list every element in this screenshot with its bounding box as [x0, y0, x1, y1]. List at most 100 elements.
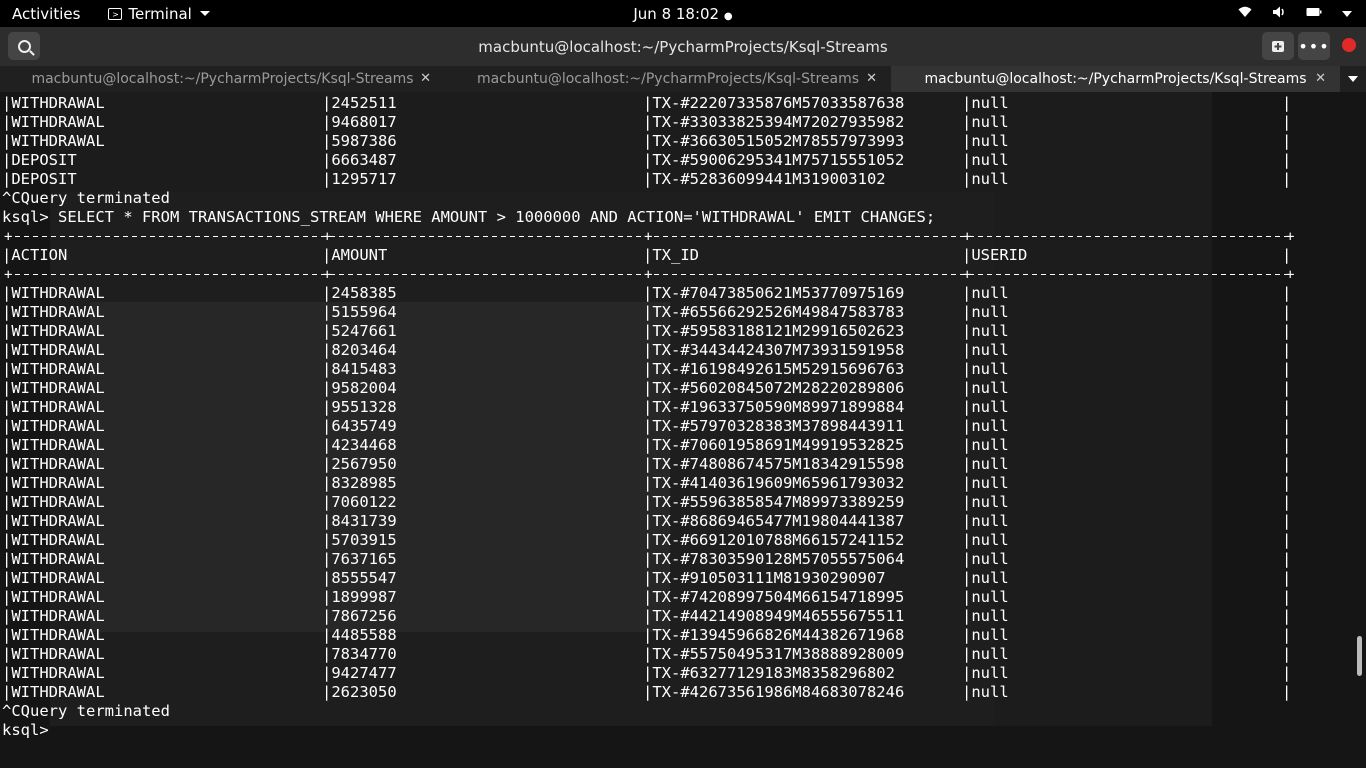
table-cell: |5703915 — [322, 531, 397, 549]
table-cell: |DEPOSIT — [2, 151, 77, 169]
table-cell: |null — [962, 94, 1009, 112]
table-cell: |TX-#13945966826M44382671968 — [643, 626, 905, 644]
table-row: |DEPOSIT |6663487 |TX-#59006295341M7571555… — [0, 151, 1300, 170]
table-cell: |WITHDRAWAL — [2, 94, 105, 112]
new-tab-icon — [1272, 41, 1284, 52]
new-tab-button[interactable] — [1262, 32, 1294, 60]
table-cell: |6663487 — [322, 151, 397, 169]
table-cell: |TX-#41403619609M65961793032 — [643, 474, 905, 492]
terminal-tab[interactable]: macbuntu@localhost:~/PycharmProjects/Ksq… — [891, 66, 1340, 92]
menu-button[interactable]: ••• — [1298, 32, 1330, 60]
table-cell: |null — [962, 474, 1009, 492]
svg-text:+: + — [323, 267, 331, 283]
table-border: | — [1282, 322, 1292, 340]
table-row: |WITHDRAWAL |2452511 |TX-#22207335876M5703… — [0, 94, 1300, 113]
close-icon[interactable]: ✕ — [420, 71, 431, 86]
table-cell: |9468017 — [322, 113, 397, 131]
table-cell: |7637165 — [322, 550, 397, 568]
table-row: |WITHDRAWAL |8415483 |TX-#16198492615M5291… — [0, 360, 1300, 379]
table-header-row: |ACTION |AMOUNT |TX_ID |USERID | — [0, 246, 1300, 265]
activities-button[interactable]: Activities — [12, 5, 80, 23]
table-cell: |TX-#910503111M81930290907 — [643, 569, 886, 587]
header-bar: macbuntu@localhost:~/PycharmProjects/Ksq… — [0, 27, 1366, 66]
terminal-status-line: ^CQuery terminated — [2, 702, 170, 720]
table-cell: |WITHDRAWAL — [2, 455, 105, 473]
table-cell: |5987386 — [322, 132, 397, 150]
table-cell: |WITHDRAWAL — [2, 626, 105, 644]
table-row: |WITHDRAWAL |7637165 |TX-#78303590128M5705… — [0, 550, 1300, 569]
table-cell: |null — [962, 550, 1009, 568]
system-tray[interactable] — [1238, 0, 1352, 27]
svg-text:+: + — [4, 229, 12, 245]
chevron-down-icon — [199, 11, 210, 16]
terminal-prompt: ksql> — [2, 721, 58, 739]
table-row: |WITHDRAWAL |9427477 |TX-#63277129183M8358… — [0, 664, 1300, 683]
scrollbar[interactable] — [1357, 636, 1362, 676]
table-cell: |8415483 — [322, 360, 397, 378]
table-cell: |WITHDRAWAL — [2, 664, 105, 682]
table-cell: |7867256 — [322, 607, 397, 625]
tab-label: macbuntu@localhost:~/PycharmProjects/Ksq… — [31, 71, 414, 87]
table-cell: |WITHDRAWAL — [2, 398, 105, 416]
table-row: |WITHDRAWAL |2458385 |TX-#70473850621M5377… — [0, 284, 1300, 303]
close-icon[interactable]: ✕ — [866, 71, 877, 86]
table-border: | — [1282, 284, 1292, 302]
table-cell: |null — [962, 455, 1009, 473]
table-row: |WITHDRAWAL |1899987 |TX-#74208997504M6615… — [0, 588, 1300, 607]
table-cell: |null — [962, 531, 1009, 549]
table-border: | — [1282, 379, 1292, 397]
table-cell: |9582004 — [322, 379, 397, 397]
table-cell: |TX-#63277129183M8358296802 — [643, 664, 895, 682]
terminal-tab[interactable]: macbuntu@localhost:~/PycharmProjects/Ksq… — [0, 66, 445, 92]
svg-text:+: + — [963, 229, 971, 245]
table-cell: |WITHDRAWAL — [2, 569, 105, 587]
table-border: | — [1282, 550, 1292, 568]
table-cell: |null — [962, 360, 1009, 378]
search-icon — [17, 39, 31, 53]
close-window-button[interactable] — [1342, 38, 1356, 52]
table-cell: |4485588 — [322, 626, 397, 644]
table-cell: |TX-#78303590128M57055575064 — [643, 550, 905, 568]
table-cell: |9427477 — [322, 664, 397, 682]
table-border: | — [1282, 94, 1292, 112]
table-cell: |ACTION — [2, 246, 68, 264]
more-icon: ••• — [1298, 36, 1330, 56]
table-border: | — [1282, 569, 1292, 587]
table-cell: |TX-#70473850621M53770975169 — [643, 284, 905, 302]
table-cell: |null — [962, 512, 1009, 530]
table-cell: |WITHDRAWAL — [2, 531, 105, 549]
terminal-tab[interactable]: macbuntu@localhost:~/PycharmProjects/Ksq… — [445, 66, 891, 92]
table-row: |WITHDRAWAL |8555547 |TX-#910503111M819302… — [0, 569, 1300, 588]
tab-list-button[interactable] — [1340, 66, 1366, 92]
table-cell: |null — [962, 417, 1009, 435]
tab-label: macbuntu@localhost:~/PycharmProjects/Ksq… — [476, 71, 860, 87]
table-cell: |TX-#52836099441M319003102 — [643, 170, 886, 188]
table-cell: |4234468 — [322, 436, 397, 454]
table-cell: |null — [962, 607, 1009, 625]
table-border: | — [1282, 398, 1292, 416]
table-border: | — [1282, 170, 1292, 188]
table-cell: |WITHDRAWAL — [2, 588, 105, 606]
table-cell: |2567950 — [322, 455, 397, 473]
app-menu[interactable]: > Terminal — [108, 5, 210, 23]
table-cell: |null — [962, 626, 1009, 644]
close-icon[interactable]: ✕ — [1315, 71, 1326, 86]
terminal-output[interactable]: |WITHDRAWAL |2452511 |TX-#22207335876M5703… — [0, 92, 1366, 768]
svg-text:+: + — [963, 267, 971, 283]
table-cell: |TX-#70601958691M49919532825 — [643, 436, 905, 454]
table-cell: |null — [962, 569, 1009, 587]
terminal-icon: > — [108, 7, 123, 20]
table-cell: |9551328 — [322, 398, 397, 416]
search-button[interactable] — [8, 32, 40, 60]
table-cell: |WITHDRAWAL — [2, 132, 105, 150]
table-cell: |null — [962, 284, 1009, 302]
table-cell: |WITHDRAWAL — [2, 493, 105, 511]
table-border: | — [1282, 607, 1292, 625]
table-cell: |null — [962, 683, 1009, 701]
table-cell: |null — [962, 341, 1009, 359]
chevron-down-icon — [1342, 7, 1352, 21]
svg-text:+: + — [1286, 267, 1294, 283]
table-row: |WITHDRAWAL |6435749 |TX-#57970328383M3789… — [0, 417, 1300, 436]
svg-text:+: + — [644, 229, 652, 245]
table-cell: |WITHDRAWAL — [2, 550, 105, 568]
